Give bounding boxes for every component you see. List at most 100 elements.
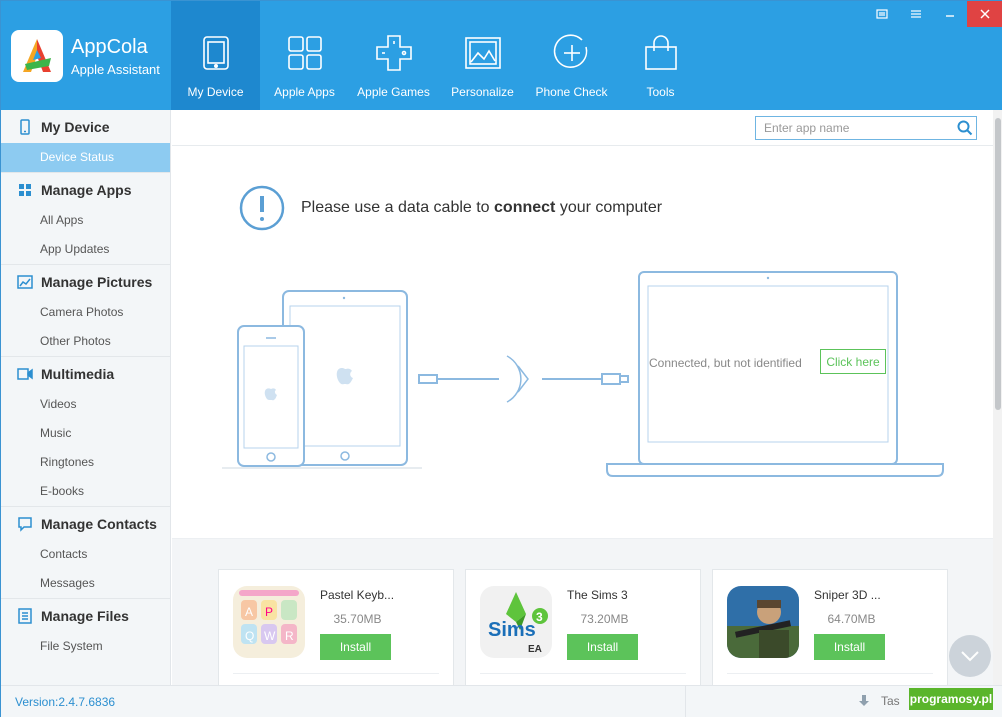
vertical-scrollbar[interactable] bbox=[993, 110, 1002, 685]
status-bar: Version:2.4.7.6836 Tas bbox=[1, 685, 1002, 717]
apple-logo-icon bbox=[336, 368, 353, 385]
toolbar bbox=[172, 110, 993, 146]
menu-icon bbox=[911, 10, 921, 18]
connect-message: Please use a data cable to connect your … bbox=[239, 185, 662, 231]
nav-label: Phone Check bbox=[535, 85, 608, 99]
sidebar-head-manage-files[interactable]: Manage Files bbox=[1, 599, 170, 632]
laptop-illustration bbox=[606, 271, 944, 477]
sidebar-item-device-status[interactable]: Device Status bbox=[1, 143, 170, 172]
feedback-button[interactable] bbox=[865, 1, 899, 27]
nav-label: Personalize bbox=[451, 85, 514, 99]
nav-my-device[interactable]: My Device bbox=[171, 1, 260, 110]
task-label: Tas bbox=[881, 694, 900, 708]
window-controls bbox=[865, 1, 1002, 27]
search-box bbox=[755, 116, 977, 140]
sidebar-section-manage-contacts: Manage Contacts Contacts Messages bbox=[1, 506, 170, 598]
download-icon bbox=[859, 695, 869, 706]
message-icon bbox=[876, 9, 888, 19]
scroll-down-button[interactable] bbox=[949, 635, 991, 677]
recommended-apps: A P Q W R Pastel Keyb... 35.70MB Install bbox=[172, 538, 993, 685]
pictures-icon bbox=[17, 274, 33, 289]
sidebar-head-label: Manage Files bbox=[41, 607, 129, 624]
sidebar-item-videos[interactable]: Videos bbox=[1, 390, 170, 419]
task-button[interactable]: Tas bbox=[859, 694, 900, 708]
sidebar-head-label: Manage Pictures bbox=[41, 273, 153, 290]
sidebar-item-camera-photos[interactable]: Camera Photos bbox=[1, 298, 170, 327]
watermark: programosy.pl bbox=[909, 688, 993, 710]
nav-apple-apps[interactable]: Apple Apps bbox=[260, 1, 349, 110]
sidebar-item-all-apps[interactable]: All Apps bbox=[1, 206, 170, 235]
install-button[interactable]: Install bbox=[567, 634, 638, 660]
app-name: The Sims 3 bbox=[567, 588, 628, 602]
nav-label: Apple Apps bbox=[274, 85, 335, 99]
sidebar-section-manage-files: Manage Files File System bbox=[1, 598, 170, 661]
sidebar-head-manage-contacts[interactable]: Manage Contacts bbox=[1, 507, 170, 540]
nav-label: Apple Games bbox=[357, 85, 430, 99]
sidebar-item-ringtones[interactable]: Ringtones bbox=[1, 448, 170, 477]
svg-text:A: A bbox=[245, 605, 253, 619]
sidebar-item-music[interactable]: Music bbox=[1, 419, 170, 448]
sidebar-item-e-books[interactable]: E-books bbox=[1, 477, 170, 506]
exclamation-icon bbox=[239, 185, 285, 231]
svg-text:Q: Q bbox=[245, 629, 254, 643]
image-icon bbox=[464, 37, 501, 69]
nav-phone-check[interactable]: Phone Check bbox=[527, 1, 616, 110]
sidebar-section-my-device: My Device Device Status bbox=[1, 110, 170, 172]
sidebar-item-messages[interactable]: Messages bbox=[1, 569, 170, 598]
header: AppCola Apple Assistant My Device Apple … bbox=[1, 1, 1002, 110]
search-icon[interactable] bbox=[954, 117, 976, 139]
sidebar-item-other-photos[interactable]: Other Photos bbox=[1, 327, 170, 356]
app-name: Pastel Keyb... bbox=[320, 588, 395, 602]
chevron-down-icon bbox=[961, 651, 979, 662]
brand: AppCola Apple Assistant bbox=[1, 1, 170, 110]
apple-logo-icon bbox=[264, 388, 277, 401]
sidebar-head-manage-apps[interactable]: Manage Apps bbox=[1, 173, 170, 206]
nav-label: Tools bbox=[646, 85, 675, 99]
divider bbox=[480, 673, 686, 674]
app-size: 64.70MB bbox=[827, 612, 876, 626]
install-button[interactable]: Install bbox=[814, 634, 885, 660]
close-button[interactable] bbox=[967, 1, 1002, 27]
divider bbox=[233, 673, 439, 674]
nav-tools[interactable]: Tools bbox=[616, 1, 705, 110]
close-icon bbox=[980, 9, 990, 19]
nav-personalize[interactable]: Personalize bbox=[438, 1, 527, 110]
version-text: Version:2.4.7.6836 bbox=[15, 695, 116, 709]
app-card: Sniper 3D ... 64.70MB Install bbox=[712, 569, 948, 685]
plus-circle-icon bbox=[553, 34, 587, 68]
sidebar-head-label: Multimedia bbox=[41, 365, 115, 382]
sidebar-section-manage-apps: Manage Apps All Apps App Updates bbox=[1, 172, 170, 264]
menu-button[interactable] bbox=[899, 1, 933, 27]
phone-icon bbox=[20, 118, 30, 135]
chat-icon bbox=[18, 516, 32, 532]
svg-text:R: R bbox=[285, 629, 294, 643]
scrollbar-thumb[interactable] bbox=[995, 118, 1001, 410]
divider bbox=[685, 686, 686, 717]
click-here-button[interactable]: Click here bbox=[820, 349, 886, 374]
sniper-app-icon[interactable] bbox=[727, 586, 799, 658]
bag-icon bbox=[644, 35, 677, 70]
sidebar-head-multimedia[interactable]: Multimedia bbox=[1, 357, 170, 390]
tablet-icon bbox=[202, 36, 229, 70]
sidebar-item-file-system[interactable]: File System bbox=[1, 632, 170, 661]
minimize-icon bbox=[946, 15, 954, 17]
sidebar-head-manage-pictures[interactable]: Manage Pictures bbox=[1, 265, 170, 298]
sidebar-item-contacts[interactable]: Contacts bbox=[1, 540, 170, 569]
sidebar-head-label: Manage Contacts bbox=[41, 515, 157, 532]
app-subtitle: Apple Assistant bbox=[71, 61, 160, 77]
appcola-logo bbox=[11, 29, 63, 82]
keyboard-app-icon[interactable]: A P Q W R bbox=[233, 586, 305, 658]
svg-text:3: 3 bbox=[536, 610, 543, 624]
nav-apple-games[interactable]: Apple Games bbox=[349, 1, 438, 110]
svg-text:Sims: Sims bbox=[488, 619, 536, 641]
search-input[interactable] bbox=[756, 117, 954, 139]
minimize-button[interactable] bbox=[933, 1, 967, 27]
sidebar-item-app-updates[interactable]: App Updates bbox=[1, 235, 170, 264]
sidebar-head-my-device[interactable]: My Device bbox=[1, 110, 170, 143]
install-button[interactable]: Install bbox=[320, 634, 391, 660]
video-icon bbox=[17, 367, 33, 380]
iphone-illustration bbox=[237, 325, 305, 467]
sims-app-icon[interactable]: Sims 3 EA bbox=[480, 586, 552, 658]
top-nav: My Device Apple Apps Apple Games Persona… bbox=[171, 1, 705, 110]
app-window: AppCola Apple Assistant My Device Apple … bbox=[1, 1, 1002, 717]
